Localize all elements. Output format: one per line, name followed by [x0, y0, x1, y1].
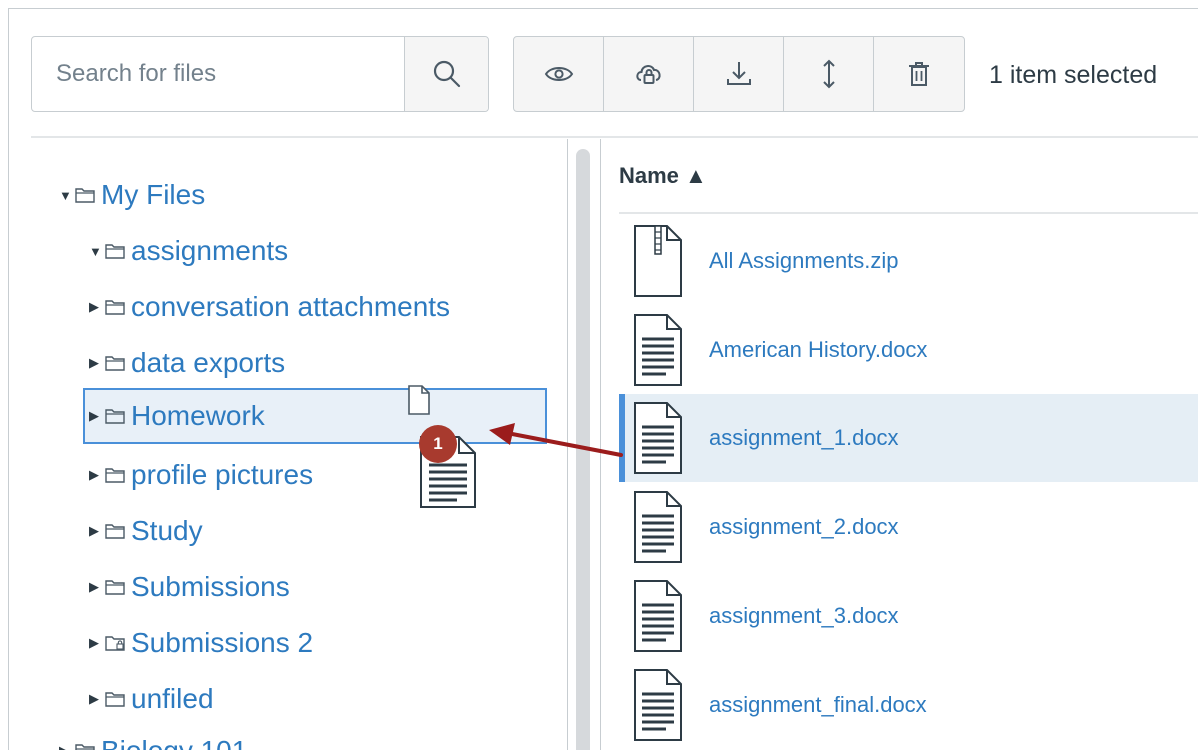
zip-file-icon [634, 225, 682, 297]
file-name-link[interactable]: assignment_1.docx [709, 425, 899, 451]
document-icon [634, 491, 682, 563]
folder-icon [105, 409, 125, 424]
download-icon [726, 62, 751, 85]
search-box [31, 36, 489, 112]
tree-item-label: Study [131, 515, 203, 546]
caret-right-icon[interactable]: ▶ [89, 408, 103, 424]
tree-item-my-files[interactable]: ▼ My Files [59, 171, 205, 219]
file-name-link[interactable]: All Assignments.zip [709, 248, 899, 274]
column-header-name[interactable]: Name ▲ [619, 163, 707, 189]
tree-item-label: Submissions 2 [131, 627, 314, 658]
toolbar-divider [31, 136, 1198, 138]
search-icon [433, 60, 460, 88]
tree-item-label: My Files [101, 179, 206, 210]
tree-item-biology-101[interactable]: ▶ Biology 101 [59, 727, 247, 750]
file-row-selected[interactable]: assignment_1.docx [619, 394, 1198, 482]
tree-item-data-exports[interactable]: ▶ data exports [89, 339, 285, 387]
file-row[interactable]: assignment_3.docx [619, 572, 1198, 660]
file-name-link[interactable]: American History.docx [709, 337, 927, 363]
folder-icon [105, 580, 125, 595]
tree-item-study[interactable]: ▶ Study [89, 507, 203, 555]
tree-item-label: data exports [131, 347, 286, 378]
tree-item-submissions-2[interactable]: ▶ Submissions 2 [89, 619, 313, 667]
file-name-link[interactable]: assignment_3.docx [709, 603, 899, 629]
caret-right-icon[interactable]: ▶ [89, 299, 103, 315]
selection-count: 1 item selected [989, 61, 1158, 89]
document-icon [634, 314, 682, 386]
tree-item-label: assignments [131, 235, 289, 266]
drag-count-badge: 1 [419, 425, 457, 463]
annotation-arrow [489, 423, 623, 457]
tree-item-profile-pictures[interactable]: ▶ profile pictures [89, 451, 313, 499]
caret-right-icon[interactable]: ▶ [89, 523, 103, 539]
folder-icon [105, 524, 125, 539]
document-icon [634, 402, 682, 474]
tree-item-label: conversation attachments [131, 291, 451, 322]
delete-icon [909, 62, 929, 86]
document-icon [634, 580, 682, 652]
move-icon [822, 59, 835, 89]
caret-down-icon[interactable]: ▼ [89, 244, 103, 259]
caret-down-icon[interactable]: ▼ [59, 188, 73, 203]
preview-button[interactable] [514, 37, 604, 111]
caret-right-icon[interactable]: ▶ [89, 355, 103, 371]
restrict-access-button[interactable] [604, 37, 694, 111]
file-actions-toolbar [513, 36, 965, 112]
caret-right-icon[interactable]: ▶ [89, 579, 103, 595]
caret-right-icon[interactable]: ▶ [89, 635, 103, 651]
folder-icon [75, 188, 95, 203]
tree-item-label: unfiled [131, 683, 214, 714]
download-button[interactable] [694, 37, 784, 111]
caret-right-icon[interactable]: ▶ [89, 691, 103, 707]
tree-item-label: Biology 101 [101, 735, 247, 750]
folder-icon [105, 244, 125, 259]
search-button[interactable] [404, 37, 488, 111]
caret-right-icon[interactable]: ▶ [89, 467, 103, 483]
file-name-link[interactable]: assignment_final.docx [709, 692, 927, 718]
tree-item-assignments[interactable]: ▼ assignments [89, 227, 288, 275]
move-button[interactable] [784, 37, 874, 111]
header-divider [619, 212, 1198, 214]
search-input[interactable] [32, 37, 404, 111]
file-row[interactable]: assignment_final.docx [619, 661, 1198, 749]
file-name-link[interactable]: assignment_2.docx [709, 514, 899, 540]
folder-icon [75, 744, 95, 750]
drag-cursor-file-icon [408, 385, 430, 415]
document-icon [634, 669, 682, 741]
tree-item-label: Homework [131, 400, 265, 431]
tree-item-conversation-attachments[interactable]: ▶ conversation attachments [89, 283, 450, 331]
tree-item-unfiled[interactable]: ▶ unfiled [89, 675, 214, 723]
folder-icon [105, 356, 125, 371]
caret-right-icon[interactable]: ▶ [59, 743, 73, 750]
file-row[interactable]: All Assignments.zip [619, 217, 1198, 305]
file-row[interactable]: American History.docx [619, 306, 1198, 394]
tree-item-label: Submissions [131, 571, 290, 602]
files-window: 1 item selected ▼ My Files ▼ assignments… [8, 8, 1198, 750]
delete-button[interactable] [874, 37, 964, 111]
folder-icon [105, 300, 125, 315]
folder-icon [105, 692, 125, 707]
locked-folder-icon [105, 636, 125, 651]
folder-icon [105, 468, 125, 483]
view-icon [544, 67, 573, 81]
tree-item-submissions[interactable]: ▶ Submissions [89, 563, 290, 611]
cloud-lock-icon [635, 65, 661, 84]
tree-item-label: profile pictures [131, 459, 314, 490]
file-row[interactable]: assignment_2.docx [619, 483, 1198, 571]
